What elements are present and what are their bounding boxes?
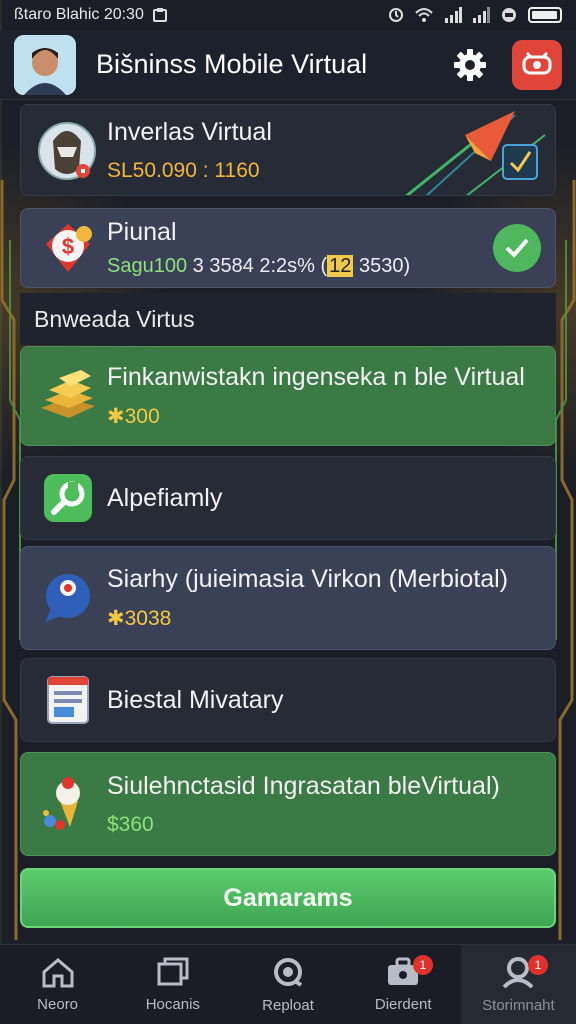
card-value-text: 3038 bbox=[124, 607, 172, 630]
card-texts: Inverlas Virtual SL50.090 : 1160 bbox=[107, 118, 272, 183]
card-title: Siarhy (juieimasia Virkon (Merbiotal) bbox=[107, 565, 509, 593]
wifi-icon bbox=[415, 8, 433, 22]
primary-cta-button[interactable]: Gamarams bbox=[20, 868, 556, 928]
gear-icon bbox=[454, 48, 486, 81]
card-icon-wrap bbox=[35, 771, 101, 837]
card-value-text: 300 bbox=[124, 405, 160, 428]
card-sub-highlight: 12 bbox=[327, 255, 354, 277]
card-value: $360 bbox=[107, 812, 154, 836]
game-action-button[interactable] bbox=[512, 39, 562, 90]
nav-label: Reploat bbox=[262, 997, 314, 1014]
gold-bars-icon bbox=[41, 370, 95, 418]
nav-item-home[interactable]: Neoro bbox=[0, 945, 115, 1024]
card-sub-end: 3530) bbox=[353, 255, 411, 277]
star-icon: ✱ bbox=[107, 607, 125, 630]
dollar-badge-icon: $ bbox=[46, 224, 92, 272]
card-subtitle: Sagu100 3 3584 2:2s% (12 3530) bbox=[107, 255, 410, 278]
card-texts: Siulehnctasid Ingrasatan bleVirtual) $36… bbox=[107, 772, 500, 837]
signal-icon bbox=[445, 7, 462, 23]
nav-label: Hocanis bbox=[145, 996, 200, 1013]
notification-badge: 1 bbox=[412, 955, 433, 975]
status-time: ßtaro Blahic 20:30 bbox=[14, 6, 144, 23]
section-label: Bnweada Virtus bbox=[20, 293, 556, 345]
card-icon-wrap bbox=[35, 667, 101, 733]
card-texts: Alpefiamly bbox=[107, 484, 222, 513]
windows-icon bbox=[157, 957, 189, 986]
card-siarhy[interactable]: Siarhy (juieimasia Virkon (Merbiotal) ✱3… bbox=[20, 546, 556, 650]
notification-badge: 1 bbox=[528, 955, 549, 975]
card-icon-wrap: $ bbox=[35, 215, 101, 281]
card-value: ✱300 bbox=[107, 404, 525, 429]
signal-icon-2 bbox=[473, 7, 490, 23]
rocket-arrow-decoration bbox=[405, 111, 546, 195]
card-value: ✱3038 bbox=[107, 606, 508, 631]
card-texts: Biestal Mivatary bbox=[107, 686, 283, 715]
card-icon-wrap bbox=[35, 565, 101, 631]
card-texts: Siarhy (juieimasia Virkon (Merbiotal) ✱3… bbox=[107, 565, 508, 631]
wrench-app-icon bbox=[44, 474, 92, 522]
nav-item-windows[interactable]: Hocanis bbox=[115, 945, 230, 1024]
card-piunal[interactable]: $ Piunal Sagu100 3 3584 2:2s% (12 3530) bbox=[20, 208, 556, 288]
card-title: Alpefiamly bbox=[107, 483, 223, 512]
home-icon bbox=[42, 958, 74, 988]
check-icon bbox=[505, 238, 529, 258]
card-alpefiamly[interactable]: Alpefiamly bbox=[20, 456, 556, 540]
card-finkanwistakn[interactable]: Finkanwistakn ingenseka n ble Virtual ✱3… bbox=[20, 346, 556, 446]
search-icon bbox=[274, 958, 303, 987]
card-sub-green: Sagu100 bbox=[107, 255, 188, 277]
settings-button[interactable] bbox=[450, 45, 490, 85]
knight-icon bbox=[38, 122, 96, 180]
star-icon: ✱ bbox=[107, 405, 125, 428]
chat-bubble-icon bbox=[46, 574, 90, 622]
data-icon bbox=[502, 8, 516, 22]
nav-item-briefcase[interactable]: Dierdent 1 bbox=[346, 945, 461, 1024]
person-icon bbox=[14, 34, 76, 95]
card-title: Siulehnctasid Ingrasatan bleVirtual) bbox=[107, 771, 500, 800]
card-subtitle: SL50.090 : 1160 bbox=[107, 158, 260, 182]
card-texts: Piunal Sagu100 3 3584 2:2s% (12 3530) bbox=[107, 218, 410, 278]
nav-label: Neoro bbox=[37, 996, 79, 1013]
nav-item-search[interactable]: Reploat bbox=[230, 945, 345, 1024]
card-title: Biestal Mivatary bbox=[107, 685, 284, 714]
alarm-icon bbox=[389, 8, 403, 22]
bottom-nav: Neoro Hocanis Reploat Dierdent 1 Storimn… bbox=[0, 944, 576, 1024]
app-title: Bišninss Mobile Virtual bbox=[96, 49, 368, 79]
card-siulehnctasid[interactable]: Siulehnctasid Ingrasatan bleVirtual) $36… bbox=[20, 752, 556, 856]
card-icon-wrap bbox=[35, 465, 101, 531]
game-icon bbox=[522, 51, 552, 74]
card-sub-white: 3 3584 2:2s% ( bbox=[187, 255, 328, 277]
card-icon-wrap bbox=[35, 363, 101, 429]
left-circuit-decoration bbox=[0, 180, 21, 940]
avatar[interactable] bbox=[14, 34, 76, 95]
app-header: Bišninss Mobile Virtual bbox=[0, 30, 576, 100]
battery-icon bbox=[528, 7, 562, 23]
card-inverlas-virtual[interactable]: Inverlas Virtual SL50.090 : 1160 bbox=[20, 104, 556, 196]
card-title: Inverlas Virtual bbox=[107, 117, 272, 146]
card-title: Finkanwistakn ingenseka n ble Virtual bbox=[107, 363, 525, 391]
status-bar: ßtaro Blahic 20:30 bbox=[0, 0, 576, 30]
card-icon-wrap bbox=[35, 117, 101, 183]
notification-icon bbox=[152, 8, 167, 22]
ice-cream-icon bbox=[43, 777, 80, 830]
card-texts: Finkanwistakn ingenseka n ble Virtual ✱3… bbox=[107, 363, 525, 429]
document-icon bbox=[47, 676, 89, 724]
right-circuit-decoration bbox=[555, 180, 576, 940]
svg-text:$: $ bbox=[62, 234, 74, 259]
nav-label: Dierdent bbox=[374, 996, 432, 1013]
nav-item-profile[interactable]: Storimnaht 1 bbox=[460, 945, 576, 1024]
nav-label: Storimnaht bbox=[482, 997, 555, 1014]
card-title: Piunal bbox=[107, 218, 177, 246]
check-button[interactable] bbox=[493, 224, 541, 272]
card-biestal[interactable]: Biestal Mivatary bbox=[20, 658, 556, 742]
